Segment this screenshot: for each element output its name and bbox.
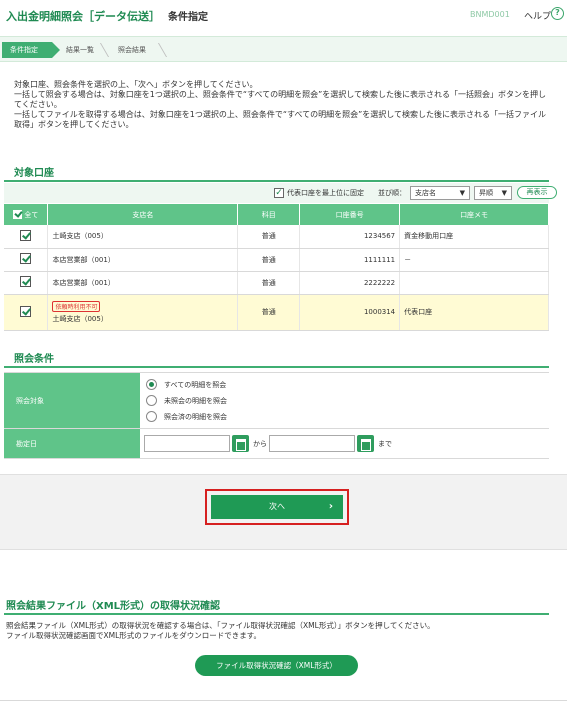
account-date-label: 勘定日	[4, 429, 140, 458]
branch-cell: 本店営業部（001）	[47, 271, 239, 295]
xml-description: 照会結果ファイル（XML形式）の取得状況を確認する場合は、「ファイル取得状況確認…	[6, 621, 556, 641]
subject-cell: 普通	[237, 294, 301, 331]
section-divider	[4, 180, 549, 182]
select-all-checkbox[interactable]	[13, 210, 23, 219]
conditions-form: 照会対象 すべての明細を照会 未照会の明細を照会 照会済の明細を照会 勘定日 か…	[4, 372, 549, 459]
conditions-section-title: 照会条件	[14, 354, 54, 365]
instruction-line: 取得」ボタンを押してください。	[14, 120, 134, 129]
chevron-right-icon: ›	[328, 501, 333, 512]
account-no-cell: 1111111	[299, 248, 401, 272]
help-icon[interactable]: ?	[551, 7, 564, 20]
instruction-line: 一括して照会する場合は、対象口座を1つ選択の上、照会条件で“すべての明細を照会”…	[14, 90, 547, 99]
section-divider	[4, 613, 549, 615]
account-no-cell: 2222222	[299, 271, 401, 295]
row-checkbox[interactable]	[20, 305, 32, 317]
column-memo: 口座メモ	[399, 204, 549, 225]
page-subtitle: 条件指定	[168, 12, 208, 23]
step-indicator: 条件指定 結果一覧 照会結果	[0, 36, 567, 62]
account-no-cell: 1234567	[299, 225, 401, 249]
pin-representative-checkbox[interactable]: ✓	[274, 188, 284, 198]
subject-cell: 普通	[237, 225, 301, 249]
row-checkbox[interactable]	[20, 229, 32, 241]
date-to-label: まで	[378, 440, 392, 448]
sort-label: 並び順：	[378, 189, 406, 197]
redisplay-button[interactable]: 再表示	[517, 186, 557, 199]
radio-all-details-label[interactable]: すべての明細を照会	[164, 380, 226, 390]
table-row[interactable]: 本店営業部（001） 普通 2222222	[4, 271, 549, 295]
radio-unviewed-details-label[interactable]: 未照会の明細を照会	[164, 396, 227, 406]
column-branch: 支店名	[47, 204, 239, 225]
pin-representative-label: 代表口座を最上位に固定	[287, 189, 364, 197]
row-checkbox-cell[interactable]	[4, 294, 49, 331]
account-no-cell: 1000314	[299, 294, 401, 331]
dropdown-arrow-icon: ▼	[459, 189, 465, 197]
date-to-input[interactable]	[269, 435, 355, 452]
instruction-line: 対象口座、照会条件を選択の上、「次へ」ボタンを押してください。	[14, 80, 258, 89]
row-checkbox[interactable]	[20, 276, 32, 287]
xml-section-title: 照会結果ファイル（XML形式）の取得状況確認	[6, 601, 221, 612]
accounts-toolbar: ✓ 代表口座を最上位に固定 並び順： 支店名 ▼ 昇順 ▼ 再表示	[4, 183, 557, 203]
subject-cell: 普通	[237, 248, 301, 272]
branch-cell: 依頼時利用不可 土崎支店（005）	[47, 294, 239, 331]
row-checkbox-cell[interactable]	[4, 271, 49, 295]
dropdown-arrow-icon: ▼	[501, 189, 507, 197]
sort-field-select[interactable]: 支店名 ▼	[410, 186, 470, 200]
xml-desc-line: ファイル取得状況確認画面でXML形式のファイルをダウンロードできます。	[6, 631, 262, 640]
radio-unviewed-details[interactable]	[146, 395, 157, 406]
branch-cell: 本店営業部（001）	[47, 248, 239, 272]
account-date-row: 勘定日 から まで	[4, 429, 549, 459]
table-row[interactable]: 依頼時利用不可 土崎支店（005） 普通 1000314 代表口座	[4, 294, 549, 331]
step-conditions: 条件指定	[2, 42, 60, 58]
date-from-label: から	[253, 440, 267, 448]
row-checkbox[interactable]	[20, 253, 32, 264]
next-button-label: 次へ	[269, 502, 285, 511]
memo-cell: 資金移動用口座	[399, 225, 549, 249]
screen-code: BNMD001	[470, 10, 510, 19]
next-button-highlight: 次へ ›	[205, 489, 349, 525]
page-header: 入出金明細照会［データ伝送］ 条件指定 BNMD001 ヘルプ ?	[0, 0, 567, 30]
select-all-label: 全て	[24, 210, 39, 219]
next-button[interactable]: 次へ ›	[211, 495, 343, 519]
sort-order-value: 昇順	[479, 189, 493, 197]
inquiry-target-row: 照会対象 すべての明細を照会 未照会の明細を照会 照会済の明細を照会	[4, 373, 549, 429]
table-row[interactable]: 土崎支店（005） 普通 1234567 資金移動用口座	[4, 225, 549, 249]
branch-cell: 土崎支店（005）	[47, 225, 239, 249]
branch-name: 土崎支店（005）	[52, 314, 108, 323]
calendar-icon[interactable]	[232, 435, 249, 452]
accounts-table: 全て 支店名 科目 口座番号 口座メモ 土崎支店（005） 普通 1234567…	[4, 204, 549, 331]
radio-viewed-details[interactable]	[146, 411, 157, 422]
radio-viewed-details-label[interactable]: 照会済の明細を照会	[164, 412, 227, 422]
row-checkbox-cell[interactable]	[4, 248, 49, 272]
xml-desc-line: 照会結果ファイル（XML形式）の取得状況を確認する場合は、「ファイル取得状況確認…	[6, 621, 435, 630]
calendar-icon[interactable]	[357, 435, 374, 452]
page-title: 入出金明細照会［データ伝送］	[6, 10, 160, 23]
memo-cell	[399, 271, 549, 295]
help-link[interactable]: ヘルプ	[524, 9, 551, 22]
instruction-line: 一括してファイルを取得する場合は、対象口座を1つ選択の上、照会条件で“すべての明…	[14, 110, 547, 119]
action-area: 次へ ›	[0, 474, 567, 550]
radio-all-details[interactable]	[146, 379, 157, 390]
column-account-no: 口座番号	[299, 204, 401, 225]
table-header-row: 全て 支店名 科目 口座番号 口座メモ	[4, 204, 549, 225]
date-from-input[interactable]	[144, 435, 230, 452]
memo-cell: 代表口座	[399, 294, 549, 331]
unavailable-badge: 依頼時利用不可	[52, 300, 101, 312]
select-all-header[interactable]: 全て	[4, 204, 49, 225]
section-divider	[4, 366, 549, 368]
row-checkbox-cell[interactable]	[4, 225, 49, 249]
inquiry-target-label: 照会対象	[4, 373, 140, 428]
subject-cell: 普通	[237, 271, 301, 295]
xml-status-button[interactable]: ファイル取得状況確認（XML形式）	[195, 655, 358, 676]
column-subject: 科目	[237, 204, 301, 225]
memo-cell: －	[399, 248, 549, 272]
sort-order-select[interactable]: 昇順 ▼	[474, 186, 512, 200]
table-row[interactable]: 本店営業部（001） 普通 1111111 －	[4, 248, 549, 272]
sort-field-value: 支店名	[415, 189, 436, 197]
instruction-line: てください。	[14, 100, 62, 109]
accounts-section-title: 対象口座	[14, 168, 54, 179]
instructions: 対象口座、照会条件を選択の上、「次へ」ボタンを押してください。 一括して照会する…	[14, 80, 554, 130]
